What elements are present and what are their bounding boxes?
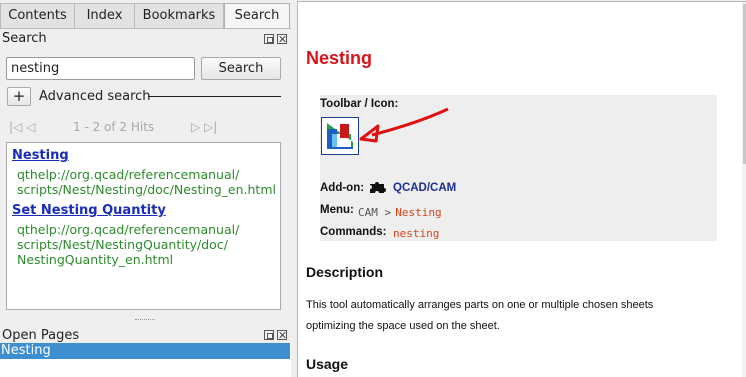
result-url: NestingQuantity_en.html bbox=[17, 252, 174, 267]
next-last-results-icon[interactable]: ▷ ▷| bbox=[191, 120, 217, 134]
advanced-search-label: Advanced search bbox=[39, 89, 151, 104]
page-title: Nesting bbox=[306, 48, 373, 68]
result-url: scripts/Nest/NestingQuantity/doc/ bbox=[17, 237, 228, 252]
dock-close-icon[interactable] bbox=[277, 330, 287, 340]
result-title-link[interactable]: Nesting bbox=[12, 148, 69, 163]
content-scrollbar[interactable] bbox=[742, 2, 746, 377]
open-page-item[interactable]: Nesting bbox=[0, 343, 290, 359]
help-content-view: Nesting Toolbar / Icon: Add-on: QCAD/CAM… bbox=[297, 1, 746, 377]
tab-contents[interactable]: Contents bbox=[0, 3, 75, 28]
search-input[interactable] bbox=[6, 57, 195, 80]
result-url: qthelp://org.qcad/referencemanual/ bbox=[17, 222, 240, 237]
command-name: nesting bbox=[393, 227, 440, 240]
add-search-criteria-button[interactable]: + bbox=[7, 87, 31, 106]
advanced-search-divider bbox=[148, 96, 281, 97]
dock-float-icon[interactable] bbox=[264, 34, 274, 44]
addon-link[interactable]: QCAD/CAM bbox=[393, 182, 456, 194]
hits-counter: 1 - 2 of 2 Hits bbox=[73, 120, 155, 134]
description-heading: Description bbox=[306, 264, 384, 280]
result-url: scripts/Nest/Nesting/doc/Nesting_en.html bbox=[17, 182, 276, 197]
tab-bookmarks[interactable]: Bookmarks bbox=[134, 3, 224, 28]
tabs-divider bbox=[0, 28, 291, 29]
open-pages-title: Open Pages bbox=[2, 328, 80, 343]
dock-close-icon[interactable] bbox=[277, 34, 287, 44]
dock-splitter-handle[interactable] bbox=[135, 319, 155, 322]
tab-index[interactable]: Index bbox=[74, 3, 135, 28]
puzzle-addon-icon bbox=[370, 182, 386, 193]
annotation-arrow-icon bbox=[359, 107, 449, 143]
nesting-tool-icon bbox=[321, 117, 359, 155]
result-title-link[interactable]: Set Nesting Quantity bbox=[12, 203, 166, 218]
search-results-list: Nesting qthelp://org.qcad/referencemanua… bbox=[6, 142, 281, 310]
menu-path-cam: CAM > bbox=[358, 206, 392, 219]
commands-label: Commands: bbox=[320, 226, 387, 238]
usage-heading: Usage bbox=[306, 356, 349, 372]
open-pages-list: Nesting bbox=[0, 343, 291, 377]
description-line: optimizing the space used on the sheet. bbox=[306, 320, 500, 332]
tool-info-box: Toolbar / Icon: Add-on: QCAD/CAM Menu: C… bbox=[320, 95, 717, 241]
tab-search[interactable]: Search bbox=[224, 3, 290, 29]
dock-float-icon[interactable] bbox=[264, 330, 274, 340]
menu-path: CAM > Nesting bbox=[358, 205, 442, 220]
description-line: This tool automatically arranges parts o… bbox=[306, 299, 654, 311]
search-dock-title: Search bbox=[2, 31, 47, 46]
result-url: qthelp://org.qcad/referencemanual/ bbox=[17, 167, 240, 182]
sidebar-tabs: Contents Index Bookmarks Search bbox=[0, 3, 291, 29]
addon-label: Add-on: bbox=[320, 182, 365, 194]
menu-label: Menu: bbox=[320, 204, 354, 216]
first-prev-results-icon[interactable]: |◁ ◁ bbox=[9, 120, 35, 134]
menu-path-nesting: Nesting bbox=[395, 206, 442, 219]
search-button[interactable]: Search bbox=[201, 57, 281, 80]
help-sidebar: Contents Index Bookmarks Search Search S… bbox=[0, 0, 291, 377]
